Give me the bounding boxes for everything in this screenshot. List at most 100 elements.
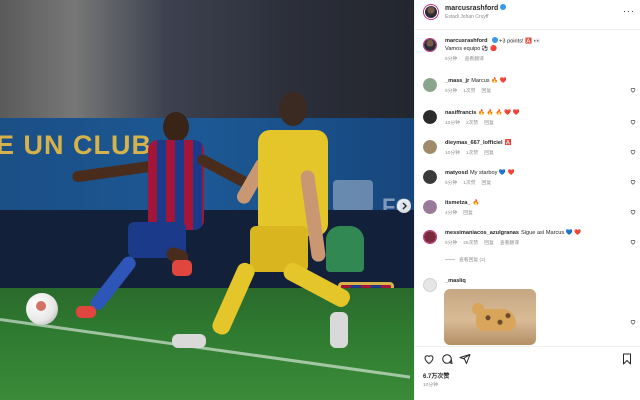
comment-body: My starboy 💙 ❤️ [470,170,515,176]
comment-username[interactable]: dieymas_667_lofficiel [445,140,503,146]
post-location[interactable]: Estadi Johan Cruyff [445,14,489,20]
comment-text: nasiffrancis 🔥 🔥 🔥 ❤️ ❤️ [445,110,519,116]
caption-username[interactable]: marcusrashford [445,38,488,44]
caption-body: +3 points! 🅰️ 👀 [499,38,541,45]
commenter-avatar[interactable] [423,78,437,92]
comment-reply-link[interactable]: 回复 [463,211,473,216]
banner-slogan: E UN CLUB [0,130,152,160]
comment-like-button[interactable] [630,172,636,185]
stadium-stands [0,0,414,135]
commenter-avatar[interactable] [423,200,437,214]
comment-reply-link[interactable]: 回复 [484,241,494,246]
comment-likes[interactable]: 25次赞 [463,241,478,246]
comment-time: 5分钟 [445,241,458,246]
post-header: marcusrashford Estadi Johan Cruyff ··· [415,0,640,30]
player-yellow-boot [172,334,206,348]
comment-username[interactable]: _masliq [445,278,466,284]
comment-likes[interactable]: 2次赞 [466,121,478,126]
comment-username[interactable]: nasiffrancis [445,110,476,116]
caption: marcusrashford +3 points! 🅰️ 👀 Vamos equ… [415,36,640,66]
save-button[interactable] [621,353,633,365]
author-avatar[interactable] [423,4,439,20]
comment-item: itsmetza_ 🔥 4分钟 回复 [415,198,640,220]
comment-username[interactable]: matyosd [445,170,468,176]
like-button[interactable] [423,353,435,365]
comment-reply-link[interactable]: 回复 [484,151,494,156]
heart-icon [630,120,636,125]
comment-time: 5分钟 [445,181,458,186]
comment-meta: 10分钟 1次赞 回复 [445,149,500,156]
caption-translate-link[interactable]: 查看翻译 [465,57,484,62]
comment-likes[interactable]: 1次赞 [466,151,478,156]
comment-like-button[interactable] [630,112,636,125]
comment-text: dieymas_667_lofficiel 🅰️ [445,140,512,146]
pitch [0,288,414,400]
football [26,293,58,325]
comment-likes[interactable]: 1次赞 [463,181,475,186]
view-replies-link[interactable]: 查看回复 (2) [445,256,485,263]
comment-body: 🅰️ [504,140,512,146]
comment-translate-link[interactable]: 查看翻译 [500,241,519,246]
caption-avatar[interactable] [423,38,437,52]
author-username-text[interactable]: marcusrashford [445,5,498,12]
post-photo: E UN CLUB FC [0,0,414,400]
comment-body: Marcus 🔥 ❤️ [471,78,507,84]
player-blaugrana-boot [172,260,192,276]
comment-meta: 5分钟 1次赞 回复 [445,87,497,94]
comment-item: dieymas_667_lofficiel 🅰️ 10分钟 1次赞 回复 [415,138,640,160]
caption-time: 5分钟 [445,57,458,62]
heart-icon [630,88,636,93]
comment-reply-link[interactable]: 回复 [484,121,494,126]
comment-time: 10分钟 [445,121,460,126]
comment-meta: 5分钟 1次赞 回复 [445,179,497,186]
cheetah-head [472,303,484,315]
heart-icon [630,180,636,185]
substitute-player [326,226,364,272]
heart-icon [630,210,636,215]
comment-text: _masliq [445,278,468,284]
comment-reply-link[interactable]: 回复 [482,181,492,186]
likes-count[interactable]: 6.7万次赞 [423,371,449,380]
comment-gif[interactable] [444,289,536,345]
commenter-avatar[interactable] [423,170,437,184]
comment-likes[interactable]: 1次赞 [463,89,475,94]
author-username[interactable]: marcusrashford [445,4,507,12]
more-options-button[interactable]: ··· [623,6,635,16]
comment-body: 🔥 [472,200,480,206]
comment-username[interactable]: itsmetza_ [445,200,471,206]
comment-username[interactable]: _mass_jr [445,78,469,84]
comment-body: Sigue así Marcus 💙 ❤️ [521,230,582,236]
comment-item: matyosd My starboy 💙 ❤️ 5分钟 1次赞 回复 [415,168,640,190]
post-actions-bar: 6.7万次赞 10分钟 [415,346,640,400]
comment-button[interactable] [441,353,453,365]
comment-username[interactable]: messimaniacos_azulgranas [445,230,519,236]
verified-badge-icon [500,4,507,11]
comment-like-button[interactable] [630,232,636,245]
comment-reply-link[interactable]: 回复 [482,89,492,94]
comment-time: 4分钟 [445,211,458,216]
comment-meta: 4分钟 回复 [445,209,479,216]
bookmark-icon [623,353,631,365]
comment-like-button[interactable] [630,312,636,325]
commenter-avatar[interactable] [423,230,437,244]
comment-time: 5分钟 [445,89,458,94]
comment-like-button[interactable] [630,202,636,215]
share-button[interactable] [459,353,471,365]
heart-icon [630,320,636,325]
player-yellow-head [279,92,307,126]
share-icon [459,354,471,364]
comment-like-button[interactable] [630,142,636,155]
player-blaugrana-boot [76,306,96,318]
comment-meta: 10分钟 2次赞 回复 [445,119,500,126]
comment-text: itsmetza_ 🔥 [445,200,479,206]
commenter-avatar[interactable] [423,140,437,154]
comment-text: matyosd My starboy 💙 ❤️ [445,170,514,176]
heart-icon [630,150,636,155]
next-photo-button[interactable] [397,199,411,213]
comment-item: nasiffrancis 🔥 🔥 🔥 ❤️ ❤️ 10分钟 2次赞 回复 [415,108,640,130]
commenter-avatar[interactable] [423,110,437,124]
post-timestamp: 10分钟 [423,383,438,388]
commenter-avatar[interactable] [423,278,437,292]
comment-like-button[interactable] [630,80,636,93]
comment-item: _mass_jr Marcus 🔥 ❤️ 5分钟 1次赞 回复 [415,76,640,98]
